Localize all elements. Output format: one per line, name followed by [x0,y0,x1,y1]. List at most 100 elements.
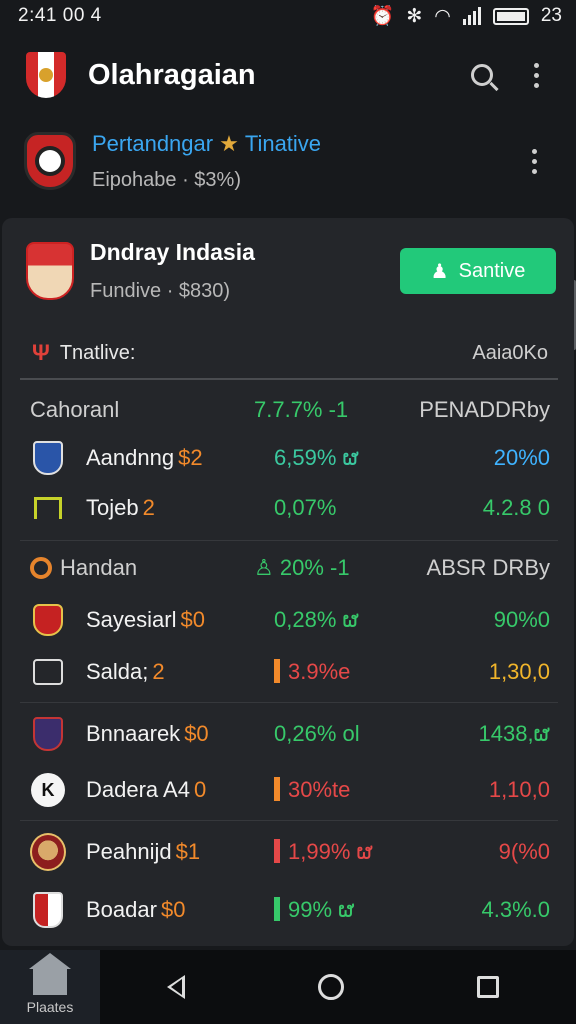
status-time: 2:41 00 4 [18,5,102,26]
team-value: 20%0 [493,445,550,470]
filter-icon: Ψ [32,340,50,365]
search-button[interactable] [462,55,502,95]
team-name: Aandnng [86,445,175,470]
more-vert-icon [533,62,539,88]
team-value: 1438,ຜ [478,721,550,746]
section-header: Cahoranl 7.7.7% -1 PENADDRby [30,390,550,430]
bottom-nav: Plaates [0,950,576,1024]
team-name: Bnnaarek [86,721,181,746]
overflow-menu-button[interactable] [516,55,556,95]
table-row[interactable]: Salda; 2 3.9%e 1,30,0 [30,652,550,692]
table-row[interactable]: Sayesiarl $0 0,28% ຜ 90%0 [30,600,550,640]
app-logo-icon [26,52,66,98]
filter-row[interactable]: Ψ Tnatlive: Aaia0Ko [32,338,548,368]
nav-home-tab[interactable]: Plaates [0,950,100,1024]
table-row[interactable]: K Dadera A4 0 30%te 1,10,0 [30,770,550,810]
section-icon [30,557,52,579]
club-badge-icon [33,441,63,475]
match-menu-button[interactable] [514,141,554,181]
team-name: Boadar [86,897,157,922]
club-badge-icon [33,604,63,636]
team-amount: 0 [193,777,207,802]
divider [20,820,558,821]
search-icon [471,64,493,86]
team-crest-icon [24,132,76,190]
team-amount: $0 [180,607,205,632]
table-row[interactable]: Bnnaarek $0 0,26% ol 1438,ຜ [30,714,550,754]
section-pct: 7.7.7% -1 [254,397,349,422]
section-value: PENADDRby [419,397,550,422]
team-pct: 6,59% ຜ [274,445,359,470]
team-name: Dadera A4 [86,777,190,802]
match-subtitle: Eipohabe · $3%) [92,168,241,191]
status-bar: 2:41 00 4 ⏰ ✻ ◠ 23 [0,0,576,32]
back-icon[interactable] [166,975,185,999]
section-title: Handan [60,555,138,580]
section-value: ABSR DRBy [426,555,550,580]
battery-icon [492,7,529,25]
santive-button[interactable]: ♟ Santive [400,248,556,294]
divider [20,378,558,380]
team-pct: 1,99% ຜ [288,839,373,864]
trend-bar-icon [274,777,280,801]
home-button-icon[interactable] [317,974,344,1000]
team-value: 1,10,0 [488,777,550,802]
standings-card: Dndray Indasia Fundive · $830) ♟ Santive… [2,218,574,946]
team-value: 1,30,0 [488,659,550,684]
table-row[interactable]: Boadar $0 99% ຜ 4.3%.0 [30,890,550,930]
table-row[interactable]: Aandnng $2 6,59% ຜ 20%0 [30,438,550,478]
club-badge-icon: K [31,773,65,807]
team-value: 4.2.8 0 [482,495,550,520]
team-amount: 2 [152,659,165,684]
featured-subtitle: Fundive · $830) [90,280,231,302]
battery-level: 23 [540,5,562,26]
team-pct: 30%te [288,777,351,802]
home-icon [29,953,71,995]
goal-icon [34,497,62,519]
featured-name: Dndray Indasia [90,239,255,265]
team-value: 4.3%.0 [481,897,551,922]
star-icon: ★ [219,130,239,156]
team-name: Tojeb [86,495,139,520]
signal-icon [462,7,481,25]
bluetooth-icon: ✻ [406,5,423,27]
team-pct: 0,26% ol [274,721,360,746]
team-pct: 0,28% ຜ [274,607,359,632]
team-pct: 3.9%e [288,659,351,684]
club-badge-icon [30,833,66,871]
app-bar: Olahragaian [0,40,576,110]
match-title: Pertandngar [92,130,214,156]
trend-bar-icon [274,839,280,863]
trend-bar-icon [274,659,280,683]
filter-value: Aaia0Ko [472,341,548,364]
club-badge-icon [33,717,63,751]
alarm-icon: ⏰ [370,6,395,27]
more-vert-icon [531,148,537,174]
match-item[interactable]: Pertandngar ★ Tinative Eipohabe · $3%) [0,118,576,204]
team-value: 9(%0 [498,839,550,864]
system-icons: ⏰ ✻ ◠ 23 [371,4,562,28]
team-amount: $1 [175,839,201,864]
app-title: Olahragaian [88,58,256,91]
section-pct: 20% -1 [279,555,350,580]
recents-icon[interactable] [477,976,500,998]
divider [20,702,558,703]
team-amount: 2 [142,495,155,520]
match-tag: Tinative [244,130,322,156]
team-name: Sayesiarl [86,607,177,632]
team-name: Salda; [86,659,149,684]
team-value: 90%0 [493,607,550,632]
filter-label: Tnatlive: [59,341,136,364]
player-avatar [26,242,74,300]
team-pct: 0,07% [274,495,337,520]
nav-home-label: Plaates [26,999,74,1015]
featured-team[interactable]: Dndray Indasia Fundive · $830) ♟ Santive [26,238,556,304]
divider [20,540,558,541]
trend-bar-icon [274,897,280,921]
team-amount: $2 [178,445,203,470]
table-row[interactable]: Tojeb 2 0,07% 4.2.8 0 [30,488,550,528]
person-icon: ♙ [254,555,280,580]
team-amount: $0 [160,897,186,922]
santive-button-label: Santive [458,259,526,282]
table-row[interactable]: Peahnijd $1 1,99% ຜ 9(%0 [30,832,550,872]
